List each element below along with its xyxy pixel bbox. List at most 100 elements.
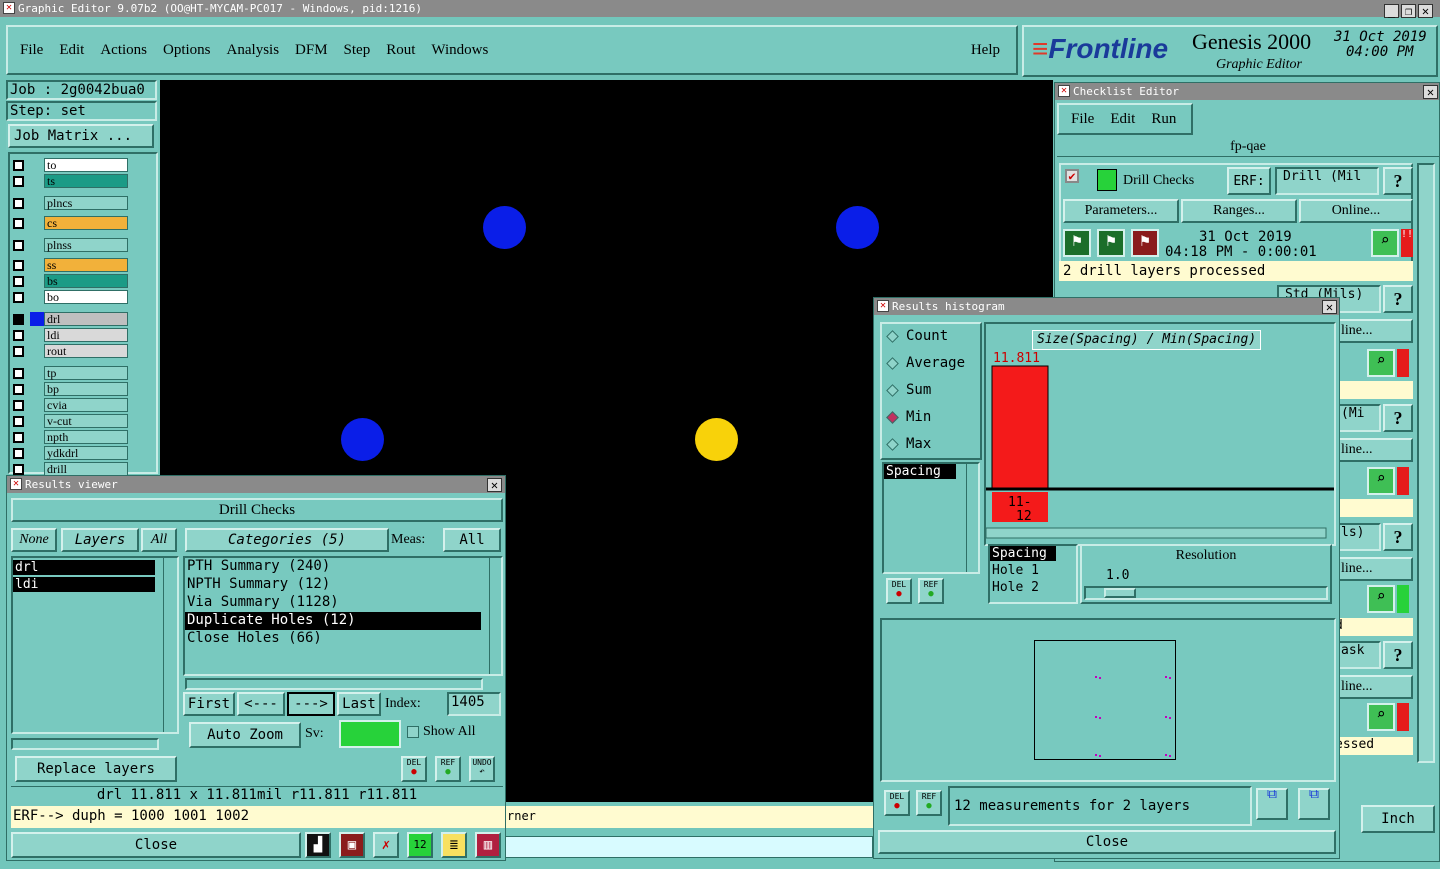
close-icon[interactable]: ✕ xyxy=(487,478,502,492)
layer-name[interactable]: drl xyxy=(44,312,128,326)
histogram-icon[interactable]: ▟ xyxy=(305,832,331,858)
layer-row-to[interactable]: to xyxy=(12,158,130,172)
list-scrollbar[interactable] xyxy=(163,558,175,732)
layer-row-cvia[interactable]: cvia xyxy=(12,398,130,412)
zoom-to-icon[interactable]: ⧉ xyxy=(1256,788,1288,820)
layer-name[interactable]: plncs xyxy=(44,196,128,210)
layer-name[interactable]: npth xyxy=(44,430,128,444)
minimize-icon[interactable]: _ xyxy=(1384,4,1399,18)
online-button[interactable]: line... xyxy=(1335,319,1413,343)
menu-actions[interactable]: Actions xyxy=(100,42,147,59)
layer-row-plnss[interactable]: plnss xyxy=(12,238,130,252)
zoom-icon[interactable]: ⌕ xyxy=(1367,585,1395,613)
meas-item-hole2[interactable]: Hole 2 xyxy=(990,580,1076,595)
mode-count[interactable]: Count xyxy=(886,328,948,344)
list-scrollbar[interactable] xyxy=(966,464,978,572)
refresh-button[interactable]: REF ● xyxy=(916,790,942,816)
layer-checkbox[interactable] xyxy=(13,275,24,287)
layer-item-drl[interactable]: drl xyxy=(13,560,155,575)
histogram-bar[interactable] xyxy=(991,365,1049,489)
help-button[interactable]: ? xyxy=(1383,404,1413,432)
drill-hole-highlighted[interactable] xyxy=(695,418,738,461)
measure-item-spacing[interactable]: Spacing xyxy=(884,464,956,479)
refresh-button[interactable]: REF ● xyxy=(918,578,944,604)
refresh-button[interactable]: REF ● xyxy=(435,756,461,782)
layer-name[interactable]: ldi xyxy=(44,328,128,342)
ranges-button[interactable]: Ranges... xyxy=(1181,199,1297,223)
layer-checkbox[interactable] xyxy=(13,291,24,303)
erf-value[interactable]: (Mi xyxy=(1335,404,1381,432)
histogram-close-button[interactable]: Close xyxy=(878,830,1336,854)
layer-checkbox[interactable] xyxy=(13,329,24,341)
layer-name[interactable]: cs xyxy=(44,216,128,230)
erf-value[interactable]: Drill (Mil xyxy=(1275,167,1379,195)
layer-name[interactable]: cvia xyxy=(44,398,128,412)
layer-checkbox[interactable] xyxy=(13,447,24,459)
menu-options[interactable]: Options xyxy=(163,42,211,59)
delete-button[interactable]: DEL ● xyxy=(401,756,427,782)
next-button[interactable]: ---> xyxy=(287,692,335,716)
meas-dropdown[interactable]: All xyxy=(443,528,501,552)
prev-button[interactable]: <--- xyxy=(237,692,285,716)
online-button[interactable]: line... xyxy=(1335,557,1413,581)
layer-row-drl[interactable]: drl xyxy=(12,312,130,326)
layer-name[interactable]: bp xyxy=(44,382,128,396)
slider-thumb[interactable] xyxy=(1104,588,1136,598)
index-input[interactable]: 1405 xyxy=(447,692,501,716)
meas-item-hole1[interactable]: Hole 1 xyxy=(990,563,1076,578)
mode-max[interactable]: Max xyxy=(886,436,931,452)
layer-checkbox[interactable] xyxy=(13,383,24,395)
layer-row-rout[interactable]: rout xyxy=(12,344,130,358)
layer-name[interactable]: rout xyxy=(44,344,128,358)
close-icon[interactable]: ✕ xyxy=(1322,300,1337,314)
layer-row-v-cut[interactable]: v-cut xyxy=(12,414,130,428)
drill-hole[interactable] xyxy=(483,206,526,249)
show-all-checkbox[interactable] xyxy=(407,726,419,738)
checklist-menu-edit[interactable]: Edit xyxy=(1110,111,1135,128)
zoom-icon[interactable]: ⌕ xyxy=(1367,467,1395,495)
checklist-menu-run[interactable]: Run xyxy=(1151,111,1176,128)
erf-value[interactable]: ls) xyxy=(1335,523,1381,551)
layer-checkbox[interactable] xyxy=(13,217,24,229)
menu-windows[interactable]: Windows xyxy=(431,42,488,59)
drill-hole[interactable] xyxy=(341,418,384,461)
job-matrix-button[interactable]: Job Matrix ... xyxy=(8,124,154,148)
layer-checkbox[interactable] xyxy=(13,431,24,443)
maximize-icon[interactable]: ❐ xyxy=(1401,4,1416,18)
layer-name[interactable]: ss xyxy=(44,258,128,272)
layer-name[interactable]: ydkdrl xyxy=(44,446,128,460)
resolution-slider[interactable] xyxy=(1084,586,1328,600)
erf-value[interactable]: ask xyxy=(1335,641,1381,669)
menu-file[interactable]: File xyxy=(20,42,43,59)
layer-row-npth[interactable]: npth xyxy=(12,430,130,444)
menu-analysis[interactable]: Analysis xyxy=(227,42,280,59)
run-icon[interactable]: ⚑ xyxy=(1131,229,1159,257)
layer-name[interactable]: plnss xyxy=(44,238,128,252)
erf-button[interactable]: ERF: xyxy=(1227,167,1271,195)
menu-step[interactable]: Step xyxy=(344,42,371,59)
layer-name[interactable]: ts xyxy=(44,174,128,188)
category-item[interactable]: PTH Summary (240) xyxy=(185,558,501,576)
category-hscrollbar[interactable] xyxy=(185,678,483,690)
category-item[interactable]: Close Holes (66) xyxy=(185,630,501,648)
layer-checkbox[interactable] xyxy=(13,463,24,475)
meas-item-spacing[interactable]: Spacing xyxy=(990,546,1056,561)
run-icon[interactable]: ⚑ xyxy=(1063,229,1091,257)
category-item-selected[interactable]: Duplicate Holes (12) xyxy=(185,612,481,630)
drill-hole[interactable] xyxy=(836,206,879,249)
menu-rout[interactable]: Rout xyxy=(386,42,415,59)
online-button[interactable]: line... xyxy=(1335,675,1413,699)
help-button[interactable]: ? xyxy=(1383,167,1413,195)
mode-sum[interactable]: Sum xyxy=(886,382,931,398)
delete-button[interactable]: DEL ● xyxy=(886,578,912,604)
help-button[interactable]: ? xyxy=(1383,641,1413,669)
help-button[interactable]: ? xyxy=(1383,285,1413,313)
close-icon[interactable]: ✕ xyxy=(1423,85,1438,99)
last-button[interactable]: Last xyxy=(337,692,381,716)
enabled-checkbox[interactable]: ✔ xyxy=(1065,169,1079,183)
count-icon[interactable]: 12 xyxy=(407,832,433,858)
layers-button[interactable]: Layers xyxy=(61,528,139,552)
zoom-icon[interactable]: ⌕ xyxy=(1367,703,1395,731)
help-button[interactable]: ? xyxy=(1383,523,1413,551)
layer-row-tp[interactable]: tp xyxy=(12,366,130,380)
